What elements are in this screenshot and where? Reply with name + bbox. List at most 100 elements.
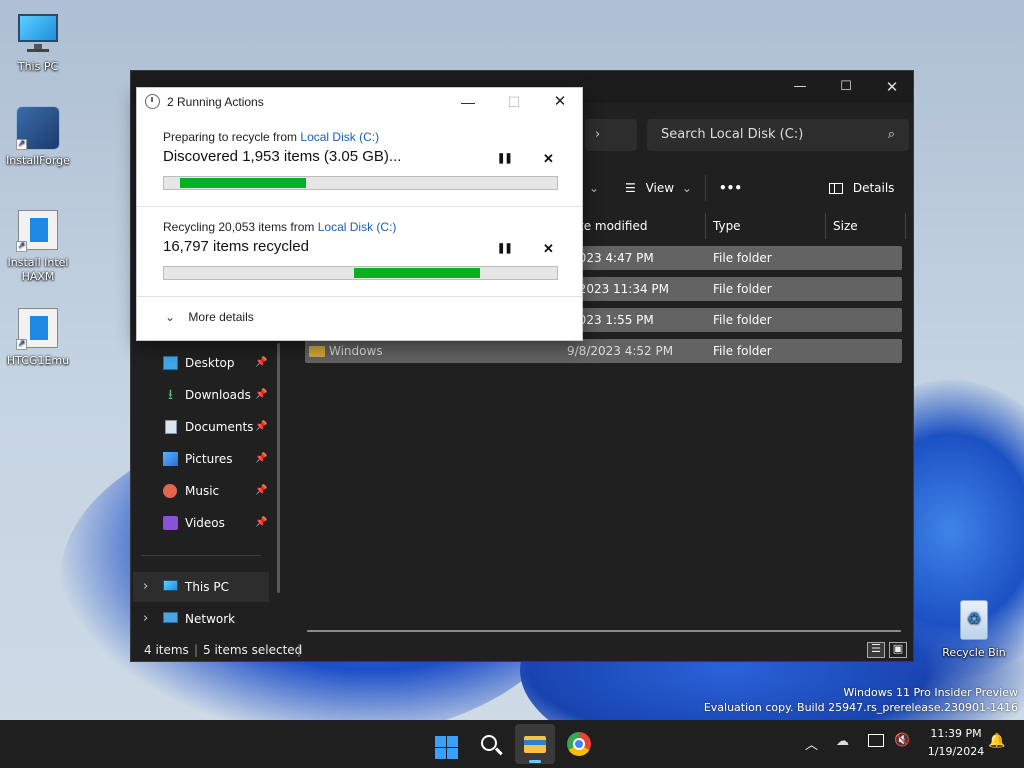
- nav-label: Music: [185, 484, 220, 498]
- minimize-button[interactable]: —: [445, 88, 491, 116]
- search-box[interactable]: Search Local Disk (C:) ⌕: [647, 119, 909, 151]
- desktop-icon-recycle-bin[interactable]: ♻ Recycle Bin: [936, 596, 1012, 660]
- pause-icon[interactable]: ❚❚: [497, 153, 513, 164]
- close-button[interactable]: ✕: [537, 88, 583, 116]
- file-date: 9/8/2023 4:52 PM: [567, 344, 674, 358]
- column-separator: [905, 213, 906, 239]
- column-date-modified[interactable]: te modified: [579, 213, 647, 239]
- chevron-up-icon[interactable]: ︿: [805, 734, 818, 753]
- clock-date[interactable]: 1/19/2024: [916, 745, 996, 758]
- more-options-button[interactable]: •••: [719, 175, 742, 201]
- column-type[interactable]: Type: [713, 213, 741, 239]
- file-row[interactable]: Windows 9/8/2023 4:52 PM File folder: [305, 339, 902, 363]
- desktop-icon-label: InstallForge: [6, 154, 70, 167]
- cancel-icon[interactable]: ✕: [543, 241, 554, 257]
- more-details-button[interactable]: ⌄ More details: [165, 310, 254, 324]
- notification-bell-icon[interactable]: 🔔: [988, 733, 1005, 749]
- close-button[interactable]: ✕: [869, 71, 913, 103]
- documents-icon: [165, 420, 177, 434]
- search-icon: ⌕: [887, 127, 895, 142]
- start-button[interactable]: [427, 724, 467, 764]
- pin-icon: 📌: [255, 421, 268, 432]
- pin-icon: 📌: [255, 517, 268, 528]
- horizontal-scrollbar[interactable]: [307, 630, 901, 632]
- desktop-icon-install-haxm[interactable]: ↗ Install Intel HAXM: [0, 206, 76, 284]
- nav-item-music[interactable]: Music 📌: [131, 476, 271, 506]
- progress-bar: [163, 266, 558, 280]
- clock-time[interactable]: 11:39 PM: [916, 727, 996, 740]
- details-pane-icon: [829, 183, 843, 194]
- action-source: Recycling 20,053 items from Local Disk (…: [163, 220, 558, 234]
- watermark-edition: Windows 11 Pro Insider Preview: [843, 686, 1018, 699]
- tiles-view-icon[interactable]: ▣: [889, 642, 907, 658]
- more-details-label: More details: [188, 310, 254, 324]
- recycle-bin-icon: ♻: [950, 596, 998, 644]
- source-link[interactable]: Local Disk (C:): [300, 130, 379, 144]
- installer-icon: ↗: [14, 304, 62, 352]
- status-selected: 5 items selected: [203, 643, 303, 657]
- watermark-build: Evaluation copy. Build 25947.rs_prerelea…: [703, 701, 1018, 714]
- taskbar-search-button[interactable]: [471, 724, 511, 764]
- nav-item-this-pc[interactable]: › This PC: [133, 572, 269, 602]
- chevron-down-icon: ⌄: [589, 181, 600, 195]
- desktop-icon: [163, 356, 178, 370]
- desktop-icon-installforge[interactable]: ↗ InstallForge: [0, 104, 76, 168]
- network-icon: [163, 612, 178, 623]
- monitor-icon: [14, 10, 62, 58]
- file-type: File folder: [713, 313, 772, 327]
- view-button[interactable]: ☰ View ⌄: [625, 175, 692, 201]
- pin-icon: 📌: [255, 485, 268, 496]
- details-view-icon[interactable]: ☰: [867, 642, 885, 658]
- running-actions-dialog: 2 Running Actions — ☐ ✕ Preparing to rec…: [136, 87, 583, 341]
- network-icon[interactable]: [868, 734, 884, 747]
- download-icon: ⭳: [168, 387, 173, 403]
- details-pane-button[interactable]: Details: [829, 175, 894, 201]
- status-item-count: 4 items: [144, 643, 189, 657]
- status-separator: |: [194, 643, 199, 657]
- volume-muted-icon[interactable]: 🔇: [894, 733, 910, 748]
- nav-item-videos[interactable]: Videos 📌: [131, 508, 271, 538]
- pause-icon[interactable]: ❚❚: [497, 243, 513, 254]
- maximize-button[interactable]: ☐: [823, 71, 869, 103]
- onedrive-icon[interactable]: ☁: [836, 734, 849, 749]
- chevron-down-icon: ⌄: [681, 181, 692, 195]
- taskbar-file-explorer[interactable]: [515, 724, 555, 764]
- chevron-right-icon: ›: [143, 579, 149, 594]
- minimize-button[interactable]: —: [777, 71, 823, 103]
- status-separator: |: [297, 643, 302, 657]
- pin-icon: 📌: [255, 453, 268, 464]
- desktop-icon-label: This PC: [17, 60, 59, 73]
- details-label: Details: [852, 181, 895, 195]
- chevron-right-icon: ›: [143, 611, 149, 626]
- nav-item-pictures[interactable]: Pictures 📌: [131, 444, 271, 474]
- shortcut-arrow-icon: ↗: [16, 241, 27, 252]
- installforge-icon: ↗: [14, 104, 62, 152]
- status-bar: 4 items | 5 items selected | ☰ ▣: [131, 637, 913, 661]
- pc-icon: [163, 580, 178, 591]
- file-type: File folder: [713, 251, 772, 265]
- divider: [705, 175, 706, 201]
- address-bar[interactable]: ›: [585, 119, 637, 151]
- source-link[interactable]: Local Disk (C:): [318, 220, 397, 234]
- action-item: Preparing to recycle from Local Disk (C:…: [163, 130, 558, 190]
- chevron-down-icon: ⌄: [165, 310, 176, 324]
- desktop-icon-this-pc[interactable]: This PC: [0, 10, 76, 74]
- divider: [137, 206, 582, 207]
- dialog-title: 2 Running Actions: [167, 95, 264, 109]
- column-separator: [705, 213, 706, 239]
- action-source: Preparing to recycle from Local Disk (C:…: [163, 130, 558, 144]
- view-list-icon: ☰: [625, 181, 636, 195]
- nav-item-desktop[interactable]: Desktop 📌: [131, 348, 271, 378]
- chevron-right-icon: ›: [595, 127, 601, 142]
- nav-item-documents[interactable]: Documents 📌: [131, 412, 271, 442]
- taskbar-chrome[interactable]: [559, 724, 599, 764]
- column-size[interactable]: Size: [833, 213, 858, 239]
- nav-item-network[interactable]: › Network: [131, 604, 271, 634]
- pin-icon: 📌: [255, 389, 268, 400]
- search-placeholder: Search Local Disk (C:): [661, 127, 804, 142]
- nav-item-downloads[interactable]: ⭳ Downloads 📌: [131, 380, 271, 410]
- desktop-icon-htcg1emu[interactable]: ↗ HTCG1Emu: [0, 304, 76, 368]
- divider: [137, 296, 582, 297]
- cancel-icon[interactable]: ✕: [543, 151, 554, 167]
- nav-scrollbar[interactable]: [277, 343, 280, 593]
